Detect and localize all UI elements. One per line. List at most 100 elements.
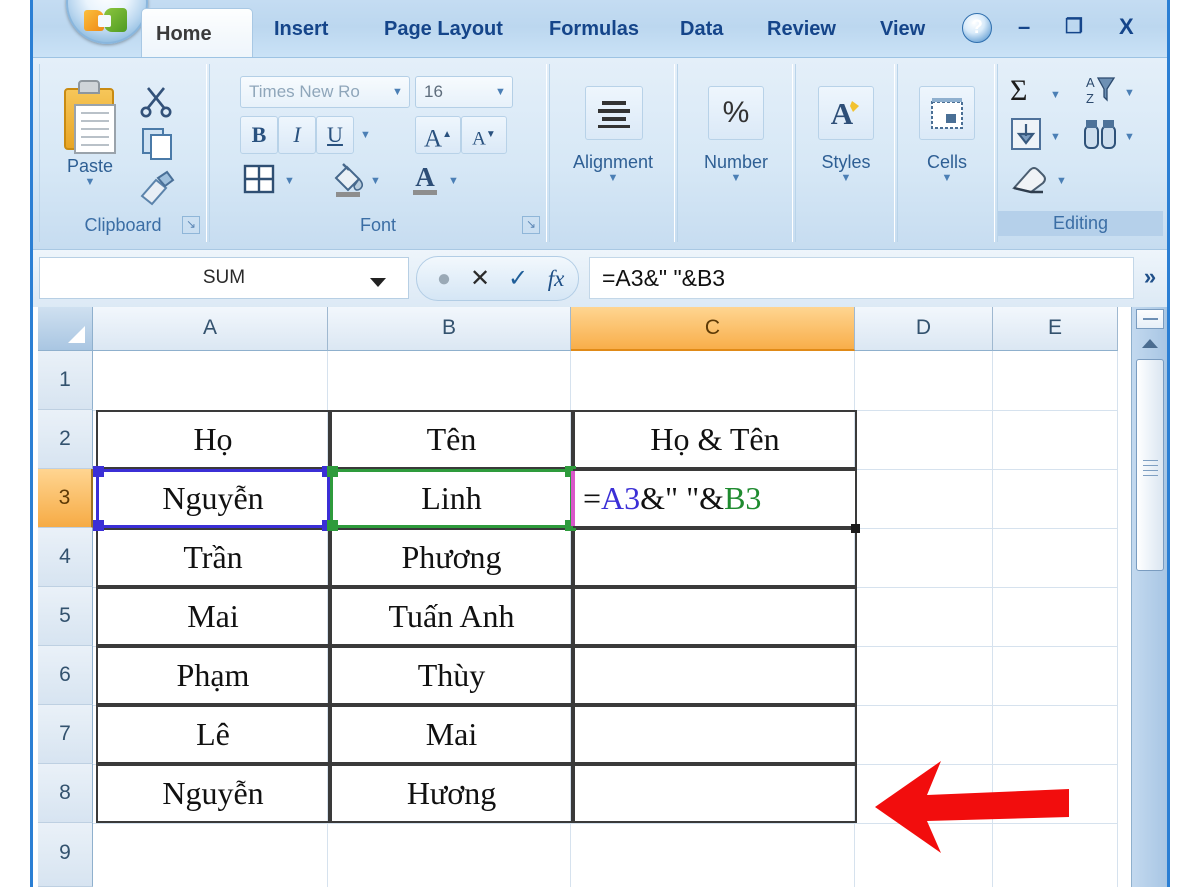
row-header-7[interactable]: 7 xyxy=(38,705,93,764)
shrink-font-button[interactable]: A▼ xyxy=(461,116,507,154)
cell-c5[interactable] xyxy=(573,587,857,646)
cells-chevron-down-icon[interactable]: ▼ xyxy=(898,173,996,184)
cell-b5[interactable]: Tuấn Anh xyxy=(330,587,573,646)
bold-button[interactable]: B xyxy=(240,116,278,154)
cell-c6[interactable] xyxy=(573,646,857,705)
minimize-button[interactable]: – xyxy=(1018,14,1030,40)
cell-b6[interactable]: Thùy xyxy=(330,646,573,705)
font-size-chevron-down-icon[interactable]: ▼ xyxy=(495,87,506,98)
number-button[interactable]: Number ▼ xyxy=(678,152,794,184)
cell-c2[interactable]: Họ & Tên xyxy=(573,410,857,469)
tab-formulas[interactable]: Formulas xyxy=(535,8,653,52)
find-select-chevron-down-icon[interactable]: ▼ xyxy=(1124,132,1135,143)
underline-button[interactable]: U xyxy=(316,116,354,154)
paste-button[interactable]: Paste ▼ xyxy=(48,156,132,188)
cells-button[interactable]: Cells ▼ xyxy=(898,152,996,184)
select-all-button[interactable] xyxy=(38,307,93,351)
clear-eraser-icon[interactable] xyxy=(1008,162,1052,198)
cell-a4[interactable]: Trần xyxy=(96,528,330,587)
column-header-b[interactable]: B xyxy=(328,307,571,351)
cell-c4[interactable] xyxy=(573,528,857,587)
grow-font-button[interactable]: A▲ xyxy=(415,116,461,154)
tab-data[interactable]: Data xyxy=(666,8,737,52)
row-header-8[interactable]: 8 xyxy=(38,764,93,823)
alignment-icon[interactable] xyxy=(585,86,643,140)
sort-filter-icon[interactable]: A Z xyxy=(1080,72,1120,108)
cancel-x-icon[interactable]: ✕ xyxy=(461,263,499,295)
clipboard-dialog-launcher[interactable]: ↘ xyxy=(182,216,200,234)
cell-b3[interactable]: Linh xyxy=(330,469,573,528)
tab-home[interactable]: Home xyxy=(141,8,253,60)
styles-button[interactable]: Styles ▼ xyxy=(796,152,896,184)
row-header-6[interactable]: 6 xyxy=(38,646,93,705)
insert-function-icon[interactable]: fx xyxy=(537,263,575,295)
help-icon[interactable]: ? xyxy=(962,13,992,43)
row-header-2[interactable]: 2 xyxy=(38,410,93,469)
alignment-chevron-down-icon[interactable]: ▼ xyxy=(550,173,676,184)
formula-input[interactable]: =A3&" "&B3 xyxy=(589,257,1134,299)
scroll-up-arrow[interactable] xyxy=(1136,331,1164,355)
format-painter-icon[interactable] xyxy=(136,170,176,206)
row-header-1[interactable]: 1 xyxy=(38,351,93,410)
cell-a8[interactable]: Nguyễn xyxy=(96,764,330,823)
font-dialog-launcher[interactable]: ↘ xyxy=(522,216,540,234)
fill-color-chevron-down-icon[interactable]: ▼ xyxy=(370,176,381,187)
tab-page-layout[interactable]: Page Layout xyxy=(370,8,517,52)
autosum-chevron-down-icon[interactable]: ▼ xyxy=(1050,90,1061,101)
styles-icon[interactable]: A xyxy=(818,86,874,140)
font-name-input[interactable]: Times New Ro xyxy=(240,76,410,108)
clear-chevron-down-icon[interactable]: ▼ xyxy=(1056,176,1067,187)
column-header-d[interactable]: D xyxy=(855,307,993,351)
restore-button[interactable]: ❐ xyxy=(1065,14,1083,39)
cell-b8[interactable]: Hương xyxy=(330,764,573,823)
active-cell-c3[interactable]: = A3 &" "& B3 xyxy=(573,469,857,528)
cell-b2[interactable]: Tên xyxy=(330,410,573,469)
tab-insert[interactable]: Insert xyxy=(260,8,342,52)
fill-color-icon[interactable] xyxy=(328,160,368,198)
cell-a5[interactable]: Mai xyxy=(96,587,330,646)
scissors-icon[interactable] xyxy=(138,82,174,118)
copy-icon[interactable] xyxy=(140,126,174,160)
cell-b7[interactable]: Mai xyxy=(330,705,573,764)
fill-chevron-down-icon[interactable]: ▼ xyxy=(1050,132,1061,143)
underline-chevron-down-icon[interactable]: ▼ xyxy=(360,130,371,141)
font-color-chevron-down-icon[interactable]: ▼ xyxy=(448,176,459,187)
styles-chevron-down-icon[interactable]: ▼ xyxy=(796,173,896,184)
name-box[interactable]: SUM xyxy=(39,257,409,299)
row-header-4[interactable]: 4 xyxy=(38,528,93,587)
percent-icon[interactable]: % xyxy=(708,86,764,140)
enter-check-icon[interactable]: ✓ xyxy=(499,263,537,295)
tab-view[interactable]: View xyxy=(866,8,939,52)
borders-icon[interactable] xyxy=(242,162,276,196)
alignment-button[interactable]: Alignment ▼ xyxy=(550,152,676,184)
cell-a3[interactable]: Nguyễn xyxy=(96,469,330,528)
vertical-scrollbar[interactable] xyxy=(1131,307,1167,887)
cell-c7[interactable] xyxy=(573,705,857,764)
row-header-5[interactable]: 5 xyxy=(38,587,93,646)
sort-filter-chevron-down-icon[interactable]: ▼ xyxy=(1124,88,1135,99)
name-box-chevron-down-icon[interactable] xyxy=(370,278,386,287)
split-box[interactable] xyxy=(1136,309,1164,329)
cell-a2[interactable]: Họ xyxy=(96,410,330,469)
scroll-thumb[interactable] xyxy=(1136,359,1164,571)
fill-down-icon[interactable] xyxy=(1008,116,1044,152)
column-header-a[interactable]: A xyxy=(93,307,328,351)
row-header-9[interactable]: 9 xyxy=(38,823,93,887)
close-button[interactable]: X xyxy=(1119,14,1134,40)
office-button[interactable] xyxy=(66,0,148,44)
font-name-chevron-down-icon[interactable]: ▼ xyxy=(392,87,403,98)
number-chevron-down-icon[interactable]: ▼ xyxy=(678,173,794,184)
column-header-c[interactable]: C xyxy=(571,307,855,351)
row-header-3[interactable]: 3 xyxy=(38,469,93,528)
fill-handle[interactable] xyxy=(851,524,860,533)
tab-review[interactable]: Review xyxy=(753,8,850,52)
borders-chevron-down-icon[interactable]: ▼ xyxy=(284,176,295,187)
column-header-e[interactable]: E xyxy=(993,307,1118,351)
cells-icon[interactable] xyxy=(919,86,975,140)
cell-b4[interactable]: Phương xyxy=(330,528,573,587)
font-color-icon[interactable]: A xyxy=(406,160,444,198)
expand-formula-bar-icon[interactable]: » xyxy=(1137,257,1163,299)
cell-a7[interactable]: Lê xyxy=(96,705,330,764)
cell-a6[interactable]: Phạm xyxy=(96,646,330,705)
chevron-down-icon[interactable]: ▼ xyxy=(48,177,132,188)
